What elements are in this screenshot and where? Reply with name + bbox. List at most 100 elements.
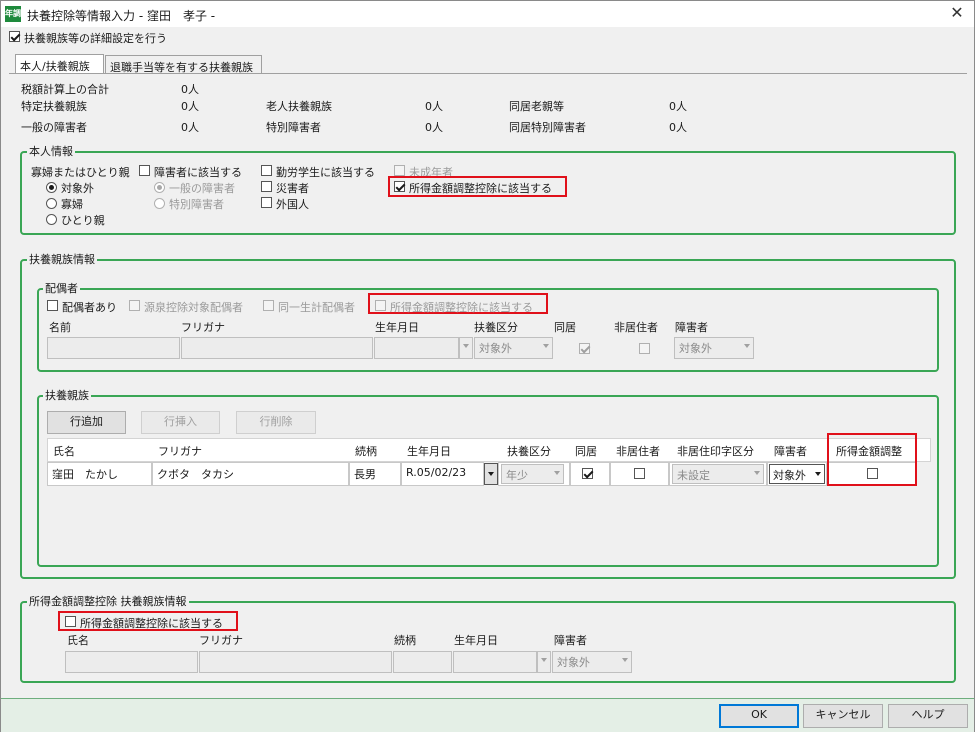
section-income-adj-checkbox[interactable] bbox=[65, 616, 76, 627]
dep-kubun-select[interactable]: 年少 bbox=[501, 464, 564, 484]
spouse-birth-dropdown[interactable] bbox=[459, 337, 473, 359]
has-spouse-checkbox[interactable] bbox=[47, 300, 58, 311]
disaster-checkbox[interactable] bbox=[261, 181, 272, 192]
ok-button[interactable]: OK bbox=[719, 704, 799, 728]
dep-hikyoju-checkbox[interactable] bbox=[634, 468, 645, 479]
detail-setting-label: 扶養親族等の詳細設定を行う bbox=[24, 32, 167, 45]
doitsu-checkbox[interactable] bbox=[263, 300, 274, 311]
foreigner-checkbox[interactable] bbox=[261, 197, 272, 208]
tax-total-value: 0人 bbox=[181, 83, 199, 96]
spouse-birth-input[interactable] bbox=[374, 337, 459, 359]
adj-kana-input[interactable] bbox=[199, 651, 392, 673]
widow-label: 寡婦またはひとり親 bbox=[31, 166, 130, 179]
disabled-radio-ippan[interactable] bbox=[154, 182, 165, 193]
spouse-header-birth: 生年月日 bbox=[375, 321, 419, 334]
rojin-value: 0人 bbox=[425, 100, 443, 113]
section-income-adj-label: 所得金額調整控除に該当する bbox=[80, 617, 223, 630]
chevron-down-icon bbox=[543, 344, 549, 348]
chevron-down-icon bbox=[744, 344, 750, 348]
disabled-checkbox[interactable] bbox=[139, 165, 150, 176]
disaster-label: 災害者 bbox=[276, 182, 309, 195]
widow-radio-kafu[interactable] bbox=[46, 198, 57, 209]
dep-birth-dropdown[interactable] bbox=[484, 463, 498, 485]
dep-header-name: 氏名 bbox=[53, 445, 75, 458]
adj-birth-dropdown[interactable] bbox=[537, 651, 551, 673]
adj-relation-input[interactable] bbox=[393, 651, 452, 673]
ippan-shogai-value: 0人 bbox=[181, 121, 199, 134]
disabled-option-tokubetsu: 特別障害者 bbox=[169, 198, 224, 211]
tokutei-value: 0人 bbox=[181, 100, 199, 113]
tokutei-label: 特定扶養親族 bbox=[21, 100, 87, 113]
dep-inji-select[interactable]: 未設定 bbox=[672, 464, 764, 484]
dokyo-tokubetsu-value: 0人 bbox=[669, 121, 687, 134]
minor-checkbox[interactable] bbox=[394, 165, 405, 176]
spouse-group-title: 配偶者 bbox=[43, 280, 80, 296]
adj-header-kana: フリガナ bbox=[199, 634, 243, 647]
dep-shogai-value: 対象外 bbox=[773, 469, 806, 482]
add-row-button[interactable]: 行追加 bbox=[47, 411, 126, 434]
tab-taishoku-fuyo[interactable]: 退職手当等を有する扶養親族 bbox=[105, 55, 262, 74]
help-button[interactable]: ヘルプ bbox=[888, 704, 968, 728]
close-icon[interactable]: ✕ bbox=[945, 3, 969, 23]
dep-header-relation: 続柄 bbox=[355, 445, 377, 458]
dep-row-relation[interactable]: 長男 bbox=[349, 462, 401, 486]
window-title: 扶養控除等情報入力 - 窪田 孝子 - bbox=[27, 9, 216, 23]
dependents-group-title: 扶養親族 bbox=[43, 387, 91, 403]
ippan-shogai-label: 一般の障害者 bbox=[21, 121, 87, 134]
chevron-down-icon bbox=[622, 658, 628, 662]
adj-name-input[interactable] bbox=[65, 651, 198, 673]
adj-header-name: 氏名 bbox=[67, 634, 89, 647]
tab-honnin-fuyo[interactable]: 本人/扶養親族 bbox=[15, 54, 104, 74]
delete-row-button[interactable]: 行削除 bbox=[236, 411, 316, 434]
spouse-kubun-value: 対象外 bbox=[479, 342, 512, 355]
dep-dokyo-checkbox[interactable] bbox=[582, 468, 593, 479]
adj-shogai-value: 対象外 bbox=[557, 656, 590, 669]
spouse-header-hikyoju: 非居住者 bbox=[614, 321, 658, 334]
spouse-hikyoju-checkbox[interactable] bbox=[639, 343, 650, 354]
dep-row-kana[interactable]: クボタ タカシ bbox=[152, 462, 349, 486]
spouse-shogai-value: 対象外 bbox=[679, 342, 712, 355]
title-bar[interactable]: 年調 扶養控除等情報入力 - 窪田 孝子 - ✕ bbox=[1, 1, 974, 27]
dokyo-rojin-value: 0人 bbox=[669, 100, 687, 113]
spouse-kana-input[interactable] bbox=[181, 337, 373, 359]
dep-header-birth: 生年月日 bbox=[407, 445, 451, 458]
detail-setting-checkbox[interactable] bbox=[9, 31, 20, 42]
spouse-kubun-select[interactable]: 対象外 bbox=[474, 337, 553, 359]
dep-header-kubun: 扶養区分 bbox=[507, 445, 551, 458]
adj-birth-input[interactable] bbox=[453, 651, 537, 673]
honnin-income-adj-label: 所得金額調整控除に該当する bbox=[409, 182, 552, 195]
dep-row-hikyoju-cell bbox=[610, 462, 669, 486]
dep-row-shogai-cell: 対象外 bbox=[767, 462, 827, 486]
adj-shogai-select[interactable]: 対象外 bbox=[552, 651, 632, 673]
widow-option-kafu: 寡婦 bbox=[61, 198, 83, 211]
dep-shogai-select[interactable]: 対象外 bbox=[769, 464, 825, 484]
student-label: 勤労学生に該当する bbox=[276, 166, 375, 179]
adj-header-birth: 生年月日 bbox=[454, 634, 498, 647]
gensen-label: 源泉控除対象配偶者 bbox=[144, 301, 243, 314]
gensen-checkbox[interactable] bbox=[129, 300, 140, 311]
dep-header-shogai: 障害者 bbox=[774, 445, 807, 458]
spouse-dokyo-checkbox[interactable] bbox=[579, 343, 590, 354]
spouse-header-dokyo: 同居 bbox=[554, 321, 576, 334]
dep-row-name[interactable]: 窪田 たかし bbox=[47, 462, 152, 486]
foreigner-label: 外国人 bbox=[276, 198, 309, 211]
dialog-window: 年調 扶養控除等情報入力 - 窪田 孝子 - ✕ 扶養親族等の詳細設定を行う 本… bbox=[0, 0, 975, 732]
honnin-income-adj-checkbox[interactable] bbox=[394, 181, 405, 192]
disabled-radio-tokubetsu[interactable] bbox=[154, 198, 165, 209]
chevron-down-icon bbox=[541, 658, 547, 662]
widow-radio-hitorioya[interactable] bbox=[46, 214, 57, 225]
spouse-header-name: 名前 bbox=[49, 321, 71, 334]
spouse-income-adj-checkbox[interactable] bbox=[375, 300, 386, 311]
dep-row-dokyo-cell bbox=[570, 462, 610, 486]
insert-row-button[interactable]: 行挿入 bbox=[141, 411, 220, 434]
fuyo-group-title: 扶養親族情報 bbox=[27, 251, 97, 267]
doitsu-label: 同一生計配偶者 bbox=[278, 301, 355, 314]
student-checkbox[interactable] bbox=[261, 165, 272, 176]
dep-kubun-value: 年少 bbox=[506, 469, 528, 482]
spouse-income-adj-label: 所得金額調整控除に該当する bbox=[390, 301, 533, 314]
spouse-shogai-select[interactable]: 対象外 bbox=[674, 337, 754, 359]
spouse-name-input[interactable] bbox=[47, 337, 180, 359]
widow-radio-none[interactable] bbox=[46, 182, 57, 193]
dep-row-birth[interactable]: R.05/02/23 bbox=[401, 462, 484, 486]
cancel-button[interactable]: キャンセル bbox=[803, 704, 883, 728]
